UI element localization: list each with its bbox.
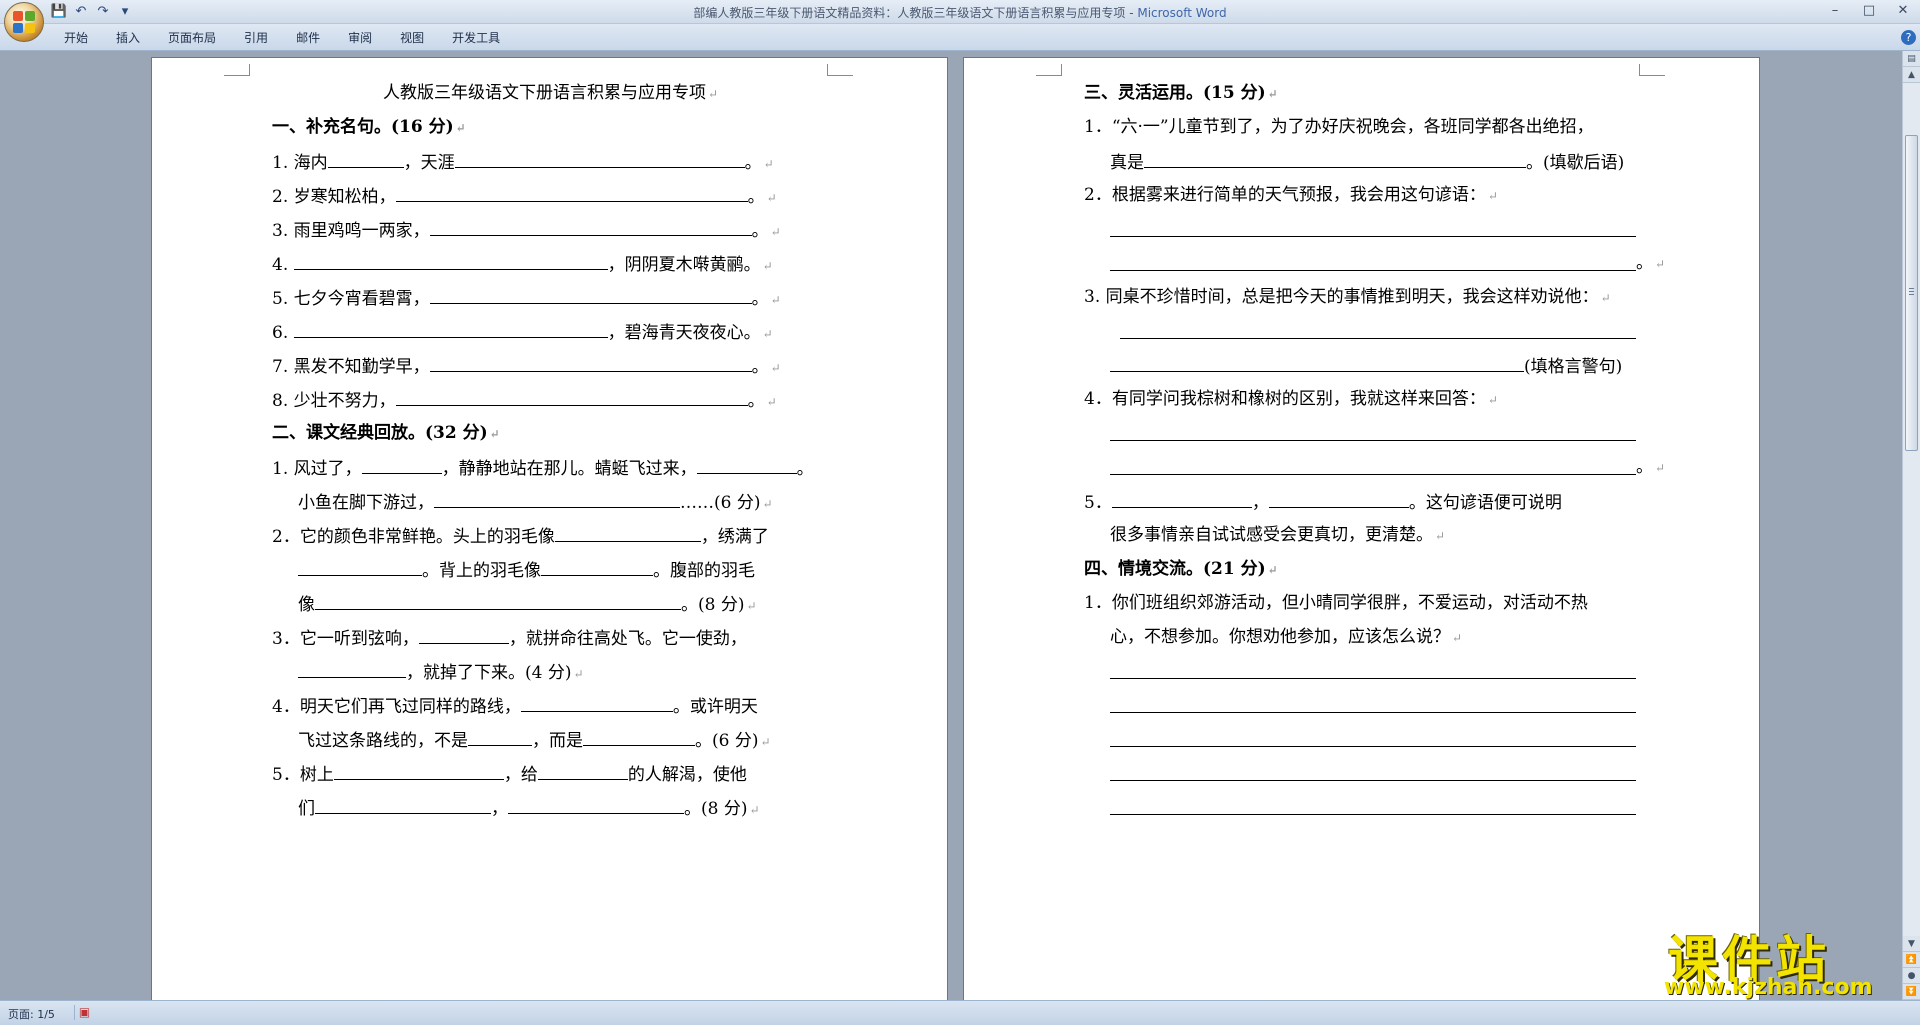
- office-logo-icon: [13, 11, 35, 33]
- question-line: 3．它一听到弦响， ，就拼命往高处飞。它一使劲，: [272, 626, 747, 650]
- window-controls: – □ ✕: [1818, 0, 1920, 22]
- margin-mark: [1036, 64, 1062, 76]
- minimize-button[interactable]: –: [1818, 0, 1852, 22]
- window-title: 部编人教版三年级下册语文精品资料：人教版三年级语文下册语言积累与应用专项 - M…: [0, 4, 1920, 21]
- document-page-1[interactable]: 人教版三年级语文下册语言积累与应用专项 ↵ 一、补充名句。(16 分) ↵ 1. 海…: [151, 57, 948, 1000]
- question-line: 2．根据雾来进行简单的天气预报，我会用这句谚语： ↵: [1084, 185, 1498, 205]
- answer-line: [1110, 440, 1636, 441]
- line-end: 。 ↵: [1636, 253, 1666, 273]
- answer-line: [1110, 678, 1636, 679]
- title-bar: 💾 ↶ ↷ ▾ 部编人教版三年级下册语文精品资料：人教版三年级语文下册语言积累与…: [0, 0, 1920, 42]
- section-heading: 三、灵活运用。(15 分) ↵: [1084, 83, 1278, 103]
- scroll-thumb[interactable]: [1905, 135, 1918, 451]
- question-line: 5．树上 ，给 的人解渴，使他: [272, 762, 747, 786]
- page-counter[interactable]: 页面: 1/5: [8, 1006, 55, 1022]
- question-line: ，就掉了下来。(4 分) ↵: [298, 660, 584, 685]
- answer-line: [1110, 780, 1636, 781]
- ribbon-tab-bar: 开始 插入 页面布局 引用 邮件 审阅 视图 开发工具 ?: [0, 24, 1920, 51]
- answer-line: [1120, 338, 1636, 339]
- question-line: 1．你们班组织郊游活动，但小晴同学很胖，不爱运动，对活动不热: [1084, 593, 1588, 613]
- question-line: 1. 风过了， ，静静地站在那儿。蜻蜓飞过来，。: [272, 456, 814, 480]
- question-line: 7. 黑发不知勤学早，。 ↵: [272, 354, 781, 379]
- answer-line: [1110, 270, 1636, 271]
- question-line: 2．它的颜色非常鲜艳。头上的羽毛像 ，绣满了: [272, 524, 769, 548]
- section-heading: 一、补充名句。(16 分) ↵: [272, 117, 466, 137]
- question-line: 5. 七夕今宵看碧霄，。 ↵: [272, 286, 781, 311]
- office-button[interactable]: [4, 2, 44, 42]
- help-icon[interactable]: ?: [1901, 30, 1916, 45]
- question-line: 3. 雨里鸡鸣一两家，。 ↵: [272, 218, 781, 243]
- tab-view[interactable]: 视图: [386, 29, 438, 47]
- question-line: 4．明天它们再飞过同样的路线， 。或许明天: [272, 694, 758, 718]
- tab-home[interactable]: 开始: [50, 29, 102, 47]
- answer-line: [1110, 814, 1636, 815]
- grip-line: [1909, 288, 1914, 289]
- page-title: 人教版三年级语文下册语言积累与应用专项 ↵: [382, 83, 719, 103]
- answer-line: [1110, 746, 1636, 747]
- question-line: 很多事情亲自试试感受会更真切，更清楚。 ↵: [1110, 525, 1446, 545]
- question-line: 4. ，阴阴夏木啭黄鹂。 ↵: [272, 252, 773, 277]
- question-line: 真是 。(填歇后语): [1110, 150, 1624, 174]
- margin-mark: [224, 64, 250, 76]
- tab-mailings[interactable]: 邮件: [282, 29, 334, 47]
- question-line: 1．“六·一”儿童节到了，为了办好庆祝晚会，各班同学都各出绝招，: [1084, 117, 1594, 137]
- document-area[interactable]: 人教版三年级语文下册语言积累与应用专项 ↵ 一、补充名句。(16 分) ↵ 1. 海…: [0, 51, 1902, 1000]
- question-line: (填格言警句): [1110, 354, 1622, 378]
- question-line: 6. ，碧海青天夜夜心。 ↵: [272, 320, 773, 345]
- line-end: 。 ↵: [1636, 457, 1666, 477]
- question-line: 。背上的羽毛像 。腹部的羽毛: [298, 558, 755, 582]
- question-line: 2. 岁寒知松柏，。 ↵: [272, 184, 777, 209]
- question-line: 像。(8 分) ↵: [298, 592, 757, 617]
- question-line: 小鱼在脚下游过， ……(6 分) ↵: [298, 490, 773, 515]
- question-line: 3. 同桌不珍惜时间，总是把今天的事情推到明天，我会这样劝说他： ↵: [1084, 287, 1611, 307]
- document-name: 部编人教版三年级下册语文精品资料：人教版三年级语文下册语言积累与应用专项: [693, 6, 1126, 20]
- question-line: 飞过这条路线的，不是 ，而是 。(6 分) ↵: [298, 728, 771, 753]
- tab-review[interactable]: 审阅: [334, 29, 386, 47]
- next-page-icon[interactable]: ⏬: [1903, 984, 1920, 1000]
- watermark: 课件站 www.kjzhan.com: [1640, 920, 1900, 1000]
- tab-developer[interactable]: 开发工具: [438, 29, 514, 47]
- answer-line: [1110, 712, 1636, 713]
- ribbon-tabs: 开始 插入 页面布局 引用 邮件 审阅 视图 开发工具: [50, 29, 514, 47]
- question-line: 们，。(8 分) ↵: [298, 796, 760, 821]
- tab-references[interactable]: 引用: [230, 29, 282, 47]
- ruler-toggle-icon[interactable]: ▤: [1903, 51, 1920, 67]
- grip-line: [1909, 291, 1914, 292]
- title-separator: -: [1125, 6, 1138, 20]
- question-line: 1. 海内 ，天涯。 ↵: [272, 150, 774, 175]
- question-line: 心，不想参加。你想劝他参加，应该怎么说？ ↵: [1110, 627, 1463, 647]
- scroll-down-icon[interactable]: ▼: [1903, 936, 1920, 952]
- question-line: 5．，。这句谚语便可说明: [1084, 490, 1562, 514]
- maximize-button[interactable]: □: [1852, 0, 1886, 22]
- tab-insert[interactable]: 插入: [102, 29, 154, 47]
- tab-page-layout[interactable]: 页面布局: [154, 29, 230, 47]
- section-heading: 二、课文经典回放。(32 分) ↵: [272, 423, 500, 443]
- answer-line: [1110, 474, 1636, 475]
- scroll-bottom-controls: ▼ ⏫ ● ⏬: [1903, 936, 1920, 1000]
- question-line: 8. 少壮不努力，。 ↵: [272, 388, 777, 413]
- proofing-icon[interactable]: ▣: [74, 1005, 92, 1020]
- status-bar: 页面: 1/5 ▣: [0, 1000, 1920, 1025]
- answer-line: [1110, 236, 1636, 237]
- scroll-up-icon[interactable]: ▲: [1903, 67, 1920, 83]
- section-heading: 四、情境交流。(21 分) ↵: [1084, 559, 1278, 579]
- grip-line: [1909, 294, 1914, 295]
- watermark-url: www.kjzhan.com: [1664, 975, 1873, 1000]
- margin-mark: [1639, 64, 1665, 76]
- app-name: Microsoft Word: [1137, 6, 1227, 20]
- question-line: 4．有同学问我棕树和橡树的区别，我就这样来回答： ↵: [1084, 389, 1498, 409]
- previous-page-icon[interactable]: ⏫: [1903, 952, 1920, 968]
- margin-mark: [827, 64, 853, 76]
- vertical-scrollbar[interactable]: ▤ ▲ ▼ ⏫ ● ⏬: [1902, 51, 1920, 1000]
- browse-object-icon[interactable]: ●: [1903, 968, 1920, 984]
- document-page-2[interactable]: 三、灵活运用。(15 分) ↵ 1．“六·一”儿童节到了，为了办好庆祝晚会，各班同…: [963, 57, 1760, 1000]
- close-button[interactable]: ✕: [1886, 0, 1920, 22]
